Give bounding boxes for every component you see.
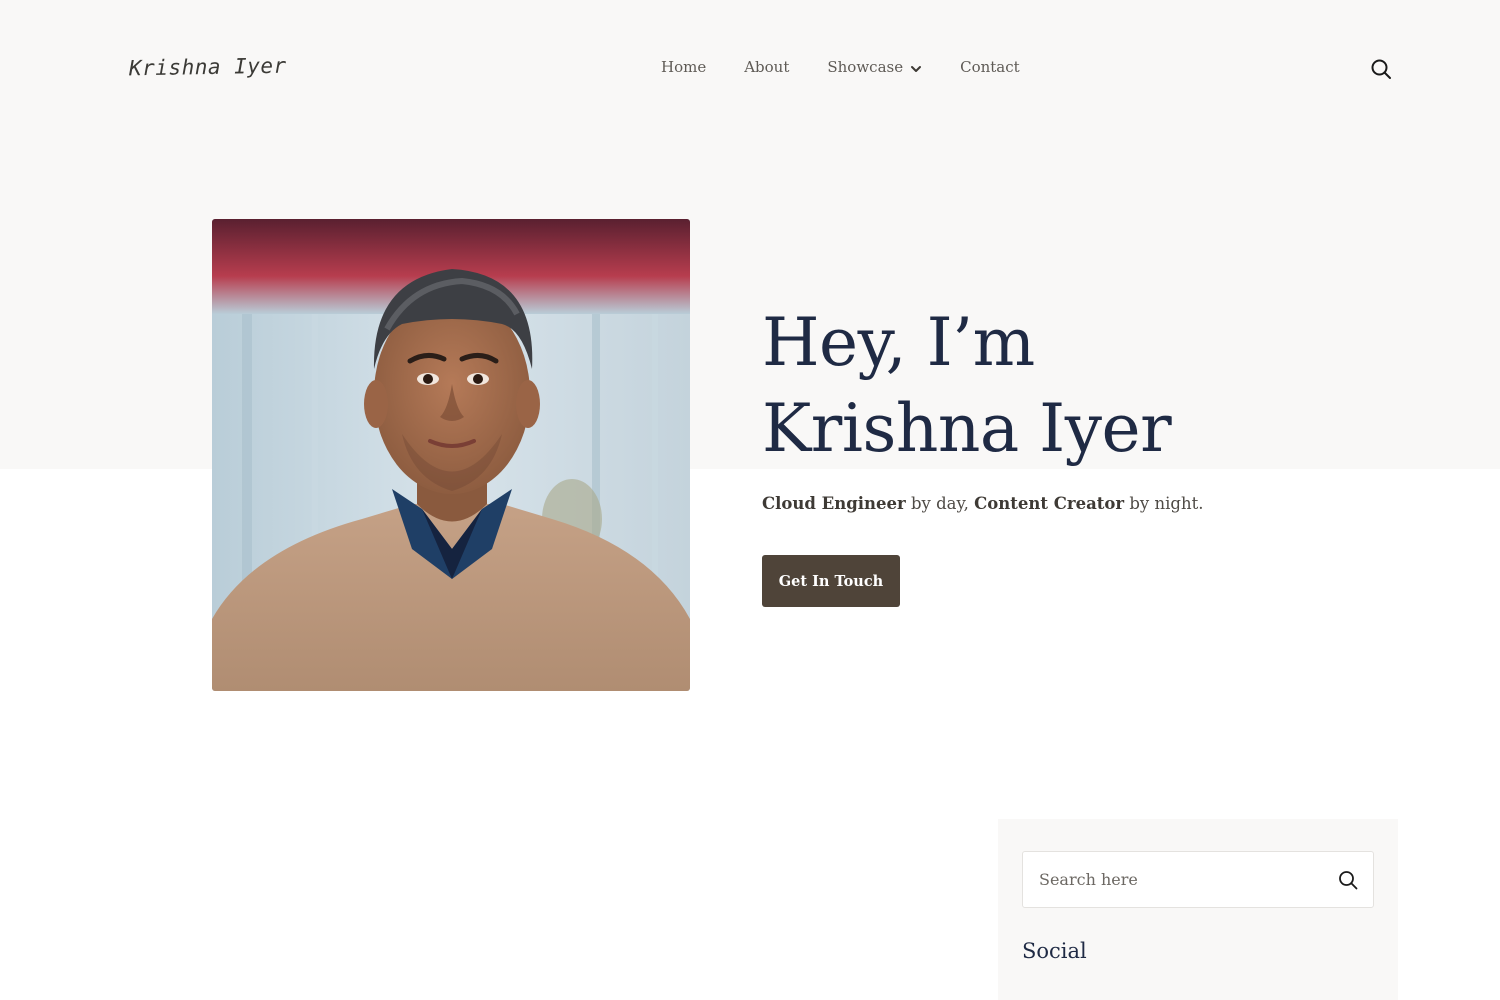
hero-title-line1: Hey, I’m [762, 304, 1035, 381]
tagline-text: by night. [1124, 494, 1204, 513]
sidebar-search-input[interactable] [1039, 852, 1329, 907]
get-in-touch-button[interactable]: Get In Touch [762, 555, 900, 607]
nav-item-showcase[interactable]: Showcase [827, 58, 922, 76]
nav-item-about[interactable]: About [744, 58, 789, 76]
role-content-creator: Content Creator [974, 494, 1125, 513]
nav-item-contact[interactable]: Contact [960, 58, 1020, 76]
chevron-down-icon [910, 61, 922, 73]
hero-tagline: Cloud Engineer by day, Content Creator b… [762, 494, 1203, 513]
sidebar: Social [998, 819, 1398, 1000]
nav-label: About [744, 58, 790, 76]
nav-label: Home [661, 58, 707, 76]
search-icon[interactable] [1369, 57, 1393, 81]
portrait-photo [212, 219, 690, 691]
tagline-text: by day, [905, 494, 975, 513]
nav-label: Showcase [827, 58, 904, 76]
hero-title: Hey, I’m Krishna Iyer [762, 300, 1172, 472]
nav-item-home[interactable]: Home [661, 58, 706, 76]
site-logo[interactable]: Krishna Iyer [129, 54, 287, 81]
search-icon[interactable] [1337, 869, 1359, 891]
main-nav: Home About Showcase Contact [661, 58, 1020, 76]
role-cloud-engineer: Cloud Engineer [762, 494, 906, 513]
nav-label: Contact [960, 58, 1020, 76]
sidebar-heading-social: Social [1022, 939, 1087, 963]
hero-title-line2: Krishna Iyer [762, 390, 1172, 467]
sidebar-search-box [1022, 851, 1374, 908]
